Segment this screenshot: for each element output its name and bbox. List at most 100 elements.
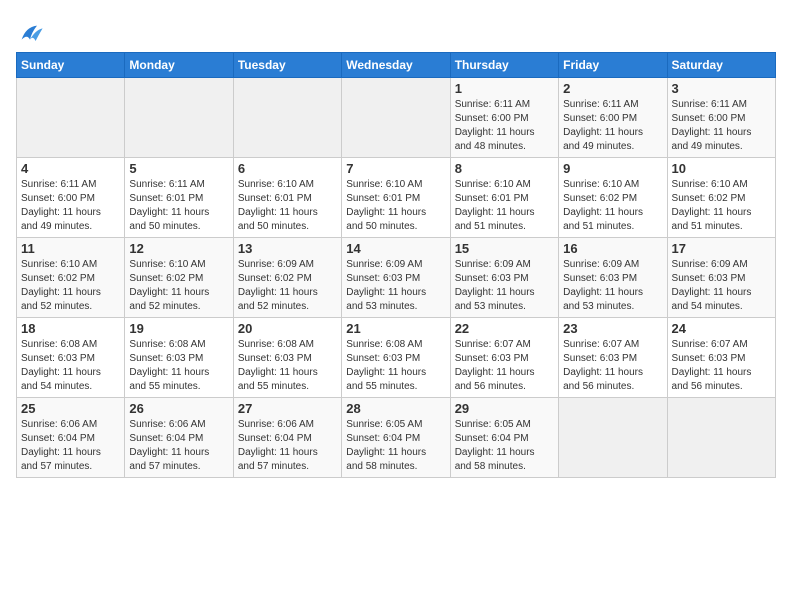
day-info: Sunrise: 6:09 AM Sunset: 6:02 PM Dayligh… [238,258,337,314]
day-number: 19 [129,321,228,336]
day-number: 3 [672,81,771,96]
week-row-2: 4 Sunrise: 6:11 AM Sunset: 6:00 PM Daylig… [17,158,776,238]
day-number: 2 [563,81,662,96]
day-info: Sunrise: 6:11 AM Sunset: 6:00 PM Dayligh… [563,98,662,154]
day-cell: 26 Sunrise: 6:06 AM Sunset: 6:04 PM Dayli… [125,398,233,478]
header-friday: Friday [559,53,667,78]
day-info: Sunrise: 6:11 AM Sunset: 6:00 PM Dayligh… [455,98,554,154]
day-cell: 4 Sunrise: 6:11 AM Sunset: 6:00 PM Daylig… [17,158,125,238]
day-number: 22 [455,321,554,336]
day-cell: 2 Sunrise: 6:11 AM Sunset: 6:00 PM Daylig… [559,78,667,158]
day-cell: 11Sunrise: 6:10 AM Sunset: 6:02 PM Dayli… [17,238,125,318]
day-number: 15 [455,241,554,256]
day-cell [667,398,775,478]
day-number: 23 [563,321,662,336]
day-cell: 1 Sunrise: 6:11 AM Sunset: 6:00 PM Daylig… [450,78,558,158]
day-number: 17 [672,241,771,256]
day-info: Sunrise: 6:10 AM Sunset: 6:01 PM Dayligh… [238,178,337,234]
day-cell [342,78,450,158]
day-number: 1 [455,81,554,96]
calendar-body: 1 Sunrise: 6:11 AM Sunset: 6:00 PM Daylig… [17,78,776,478]
header-thursday: Thursday [450,53,558,78]
day-cell: 20 Sunrise: 6:08 AM Sunset: 6:03 PM Dayli… [233,318,341,398]
day-number: 18 [21,321,120,336]
day-cell: 16 Sunrise: 6:09 AM Sunset: 6:03 PM Dayli… [559,238,667,318]
day-info: Sunrise: 6:07 AM Sunset: 6:03 PM Dayligh… [563,338,662,394]
day-number: 29 [455,401,554,416]
day-number: 9 [563,161,662,176]
day-info: Sunrise: 6:10 AM Sunset: 6:02 PM Dayligh… [129,258,228,314]
day-number: 26 [129,401,228,416]
day-info: Sunrise: 6:09 AM Sunset: 6:03 PM Dayligh… [672,258,771,314]
day-number: 24 [672,321,771,336]
day-number: 13 [238,241,337,256]
day-info: Sunrise: 6:09 AM Sunset: 6:03 PM Dayligh… [346,258,445,314]
day-cell: 17 Sunrise: 6:09 AM Sunset: 6:03 PM Dayli… [667,238,775,318]
calendar-table: SundayMondayTuesdayWednesdayThursdayFrid… [16,52,776,478]
header-tuesday: Tuesday [233,53,341,78]
day-cell: 21 Sunrise: 6:08 AM Sunset: 6:03 PM Dayli… [342,318,450,398]
day-cell: 5Sunrise: 6:11 AM Sunset: 6:01 PM Daylig… [125,158,233,238]
day-number: 14 [346,241,445,256]
calendar-header-row: SundayMondayTuesdayWednesdayThursdayFrid… [17,53,776,78]
day-number: 7 [346,161,445,176]
day-number: 25 [21,401,120,416]
day-cell [17,78,125,158]
day-info: Sunrise: 6:07 AM Sunset: 6:03 PM Dayligh… [672,338,771,394]
day-cell: 10 Sunrise: 6:10 AM Sunset: 6:02 PM Dayli… [667,158,775,238]
day-number: 5 [129,161,228,176]
day-cell: 28 Sunrise: 6:05 AM Sunset: 6:04 PM Dayli… [342,398,450,478]
header-sunday: Sunday [17,53,125,78]
day-number: 28 [346,401,445,416]
day-info: Sunrise: 6:05 AM Sunset: 6:04 PM Dayligh… [346,418,445,474]
day-info: Sunrise: 6:10 AM Sunset: 6:01 PM Dayligh… [346,178,445,234]
day-info: Sunrise: 6:05 AM Sunset: 6:04 PM Dayligh… [455,418,554,474]
logo [16,20,48,48]
day-number: 6 [238,161,337,176]
week-row-3: 11 Sunrise: 6:10 AM Sunset: 6:02 PM Dayli… [17,238,776,318]
day-cell: 3Sunrise: 6:11 AM Sunset: 6:00 PM Daylig… [667,78,775,158]
week-row-4: 18 Sunrise: 6:08 AM Sunset: 6:03 PM Dayli… [17,318,776,398]
day-cell: 6 Sunrise: 6:10 AM Sunset: 6:01 PM Daylig… [233,158,341,238]
day-info: Sunrise: 6:10 AM Sunset: 6:02 PM Dayligh… [563,178,662,234]
day-cell: 12 Sunrise: 6:10 AM Sunset: 6:02 PM Dayli… [125,238,233,318]
day-cell: 24 Sunrise: 6:07 AM Sunset: 6:03 PM Dayli… [667,318,775,398]
day-number: 12 [129,241,228,256]
day-cell [125,78,233,158]
day-info: Sunrise: 6:10 AM Sunset: 6:01 PM Dayligh… [455,178,554,234]
header-saturday: Saturday [667,53,775,78]
day-cell: 14 Sunrise: 6:09 AM Sunset: 6:03 PM Dayli… [342,238,450,318]
day-info: Sunrise: 6:09 AM Sunset: 6:03 PM Dayligh… [563,258,662,314]
day-cell: 23 Sunrise: 6:07 AM Sunset: 6:03 PM Dayli… [559,318,667,398]
day-number: 10 [672,161,771,176]
day-number: 8 [455,161,554,176]
week-row-1: 1 Sunrise: 6:11 AM Sunset: 6:00 PM Daylig… [17,78,776,158]
day-info: Sunrise: 6:06 AM Sunset: 6:04 PM Dayligh… [238,418,337,474]
day-number: 21 [346,321,445,336]
day-cell: 9 Sunrise: 6:10 AM Sunset: 6:02 PM Daylig… [559,158,667,238]
day-info: Sunrise: 6:08 AM Sunset: 6:03 PM Dayligh… [238,338,337,394]
day-number: 11 [21,241,120,256]
day-cell: 22 Sunrise: 6:07 AM Sunset: 6:03 PM Dayli… [450,318,558,398]
day-cell [559,398,667,478]
day-info: Sunrise: 6:11 AM Sunset: 6:00 PM Dayligh… [21,178,120,234]
day-cell: 27Sunrise: 6:06 AM Sunset: 6:04 PM Dayli… [233,398,341,478]
day-cell: 7 Sunrise: 6:10 AM Sunset: 6:01 PM Daylig… [342,158,450,238]
day-info: Sunrise: 6:07 AM Sunset: 6:03 PM Dayligh… [455,338,554,394]
day-cell: 13 Sunrise: 6:09 AM Sunset: 6:02 PM Dayli… [233,238,341,318]
day-info: Sunrise: 6:08 AM Sunset: 6:03 PM Dayligh… [21,338,120,394]
week-row-5: 25 Sunrise: 6:06 AM Sunset: 6:04 PM Dayli… [17,398,776,478]
day-info: Sunrise: 6:10 AM Sunset: 6:02 PM Dayligh… [672,178,771,234]
day-cell: 15 Sunrise: 6:09 AM Sunset: 6:03 PM Dayli… [450,238,558,318]
day-cell [233,78,341,158]
day-info: Sunrise: 6:08 AM Sunset: 6:03 PM Dayligh… [129,338,228,394]
day-info: Sunrise: 6:06 AM Sunset: 6:04 PM Dayligh… [21,418,120,474]
day-number: 20 [238,321,337,336]
logo-icon [16,20,44,48]
day-info: Sunrise: 6:06 AM Sunset: 6:04 PM Dayligh… [129,418,228,474]
day-cell: 19 Sunrise: 6:08 AM Sunset: 6:03 PM Dayli… [125,318,233,398]
day-info: Sunrise: 6:09 AM Sunset: 6:03 PM Dayligh… [455,258,554,314]
day-number: 16 [563,241,662,256]
day-info: Sunrise: 6:08 AM Sunset: 6:03 PM Dayligh… [346,338,445,394]
day-number: 4 [21,161,120,176]
